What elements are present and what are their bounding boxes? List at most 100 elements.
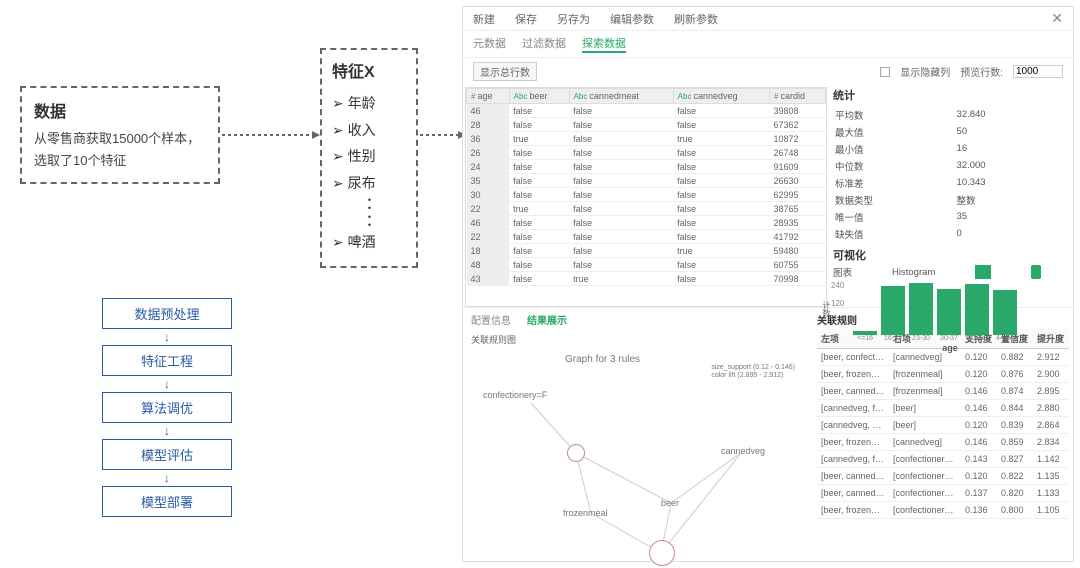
feature-item: 尿布	[332, 170, 406, 197]
subtab-result[interactable]: 结果展示	[527, 312, 567, 327]
table-row[interactable]: 22truefalsefalse38765	[467, 202, 826, 216]
pipeline-step: 模型评估	[102, 439, 232, 470]
subtab-config[interactable]: 配置信息	[471, 312, 511, 327]
pipeline-arrow: ↓	[102, 329, 232, 345]
show-rows-button[interactable]: 显示总行数	[473, 62, 537, 81]
table-row[interactable]: 24falsefalsefalse91609	[467, 160, 826, 174]
rules-row[interactable]: [cannedveg, fr…[confectionery…0.1430.827…	[817, 451, 1069, 468]
table-row[interactable]: 43falsetruefalse70998	[467, 272, 826, 286]
node-beer: beer	[661, 498, 679, 508]
hist-bar	[937, 289, 961, 335]
col-cannedmeat[interactable]: Abccannedmeat	[569, 89, 673, 104]
rule-node-1	[567, 444, 585, 462]
hide-cols-checkbox[interactable]	[880, 67, 890, 77]
histogram-chart	[833, 281, 1067, 335]
col-cardid[interactable]: #cardid	[770, 89, 826, 104]
hist-bar	[881, 286, 905, 336]
table-row[interactable]: 46falsefalsefalse39808	[467, 104, 826, 118]
data-desc: 从零售商获取15000个样本，选取了10个特征	[34, 128, 206, 172]
rules-row[interactable]: [beer, frozenm…[confectionery…0.1360.800…	[817, 502, 1069, 519]
data-table: #ageAbcbeerAbccannedmeatAbccannedveg#car…	[465, 87, 827, 307]
viz-title: 可视化	[833, 247, 1067, 263]
hist-xlabel: age	[833, 343, 1067, 353]
hide-cols-label: 显示隐藏列	[900, 64, 950, 79]
feature-item-last: 啤酒	[332, 229, 406, 256]
arrow-feature-to-panel	[420, 134, 460, 136]
close-icon[interactable]: ✕	[1051, 10, 1063, 27]
pipeline-step: 模型部署	[102, 486, 232, 517]
toolbar: 新建 保存 另存为 编辑参数 刷新参数 ✕	[463, 7, 1073, 31]
data-source-box: 数据 从零售商获取15000个样本，选取了10个特征	[20, 86, 220, 184]
pipeline-step: 数据预处理	[102, 298, 232, 329]
hist-bar	[993, 290, 1017, 335]
rules-row[interactable]: [beer, frozenm…[cannedveg]0.1460.8592.83…	[817, 434, 1069, 451]
preview-rows-input[interactable]	[1013, 65, 1063, 78]
rules-graph: Graph for 3 rules size_support (0.12 - 0…	[471, 348, 801, 558]
bar-chart-icon[interactable]	[975, 265, 991, 279]
toolbar-refresh[interactable]: 刷新参数	[674, 11, 718, 27]
stats-title: 统计	[833, 87, 1067, 103]
hist-tick: 37-44	[965, 335, 989, 342]
pipeline-step: 算法调优	[102, 392, 232, 423]
preview-rows-label: 预览行数:	[960, 64, 1003, 79]
hist-tick: 44-51	[993, 335, 1017, 342]
toolbar-new[interactable]: 新建	[473, 11, 495, 27]
explore-controls: 显示总行数 显示隐藏列 预览行数:	[463, 58, 1073, 85]
feature-item: 年龄	[332, 90, 406, 117]
rule-node-2	[649, 540, 675, 566]
explore-panel: 新建 保存 另存为 编辑参数 刷新参数 ✕ 元数据 过滤数据 探索数据 显示总行…	[462, 6, 1074, 562]
col-age[interactable]: #age	[467, 89, 510, 104]
hist-bar	[965, 284, 989, 335]
data-title: 数据	[34, 98, 206, 122]
viz-chart-label: 图表	[833, 265, 852, 279]
toolbar-saveas[interactable]: 另存为	[557, 11, 590, 27]
pipeline-arrow: ↓	[102, 470, 232, 486]
table-row[interactable]: 22falsefalsefalse41792	[467, 230, 826, 244]
hist-tick: 16-23	[881, 335, 905, 342]
tab-meta[interactable]: 元数据	[473, 35, 506, 53]
hist-tick: <=16	[853, 335, 877, 342]
col-cannedveg[interactable]: Abccannedveg	[673, 89, 769, 104]
table-row[interactable]: 26falsefalsefalse26748	[467, 146, 826, 160]
graph-pane: 配置信息 结果展示 关联规则图 Graph for 3 rules size_s…	[463, 308, 813, 563]
graph-section-title: 关联规则图	[471, 333, 805, 346]
toolbar-editparam[interactable]: 编辑参数	[610, 11, 654, 27]
pipeline-step: 特征工程	[102, 345, 232, 376]
table-row[interactable]: 35falsefalsefalse26630	[467, 174, 826, 188]
pipeline-arrow: ↓	[102, 423, 232, 439]
rules-row[interactable]: [cannedveg, fr…[beer]0.1460.8442.880	[817, 400, 1069, 417]
table-row[interactable]: 48falsefalsefalse60755	[467, 258, 826, 272]
vertical-dots: ••••	[332, 196, 406, 228]
viz-chart-type: Histogram	[892, 267, 935, 278]
table-row[interactable]: 36truefalsetrue10872	[467, 132, 826, 146]
table-row[interactable]: 28falsefalsefalse67362	[467, 118, 826, 132]
table-row[interactable]: 30falsefalsefalse62995	[467, 188, 826, 202]
pipeline-arrow: ↓	[102, 376, 232, 392]
hist-bar	[909, 283, 933, 335]
feature-title: 特征X	[332, 58, 406, 82]
node-confectionery: confectionery=F	[483, 390, 547, 400]
other-chart-icon[interactable]	[1031, 265, 1041, 279]
pipeline: 数据预处理↓特征工程↓算法调优↓模型评估↓模型部署	[102, 298, 232, 517]
toolbar-save[interactable]: 保存	[515, 11, 537, 27]
hist-bar	[853, 331, 877, 336]
rules-row[interactable]: [cannedveg, c…[beer]0.1200.8392.864	[817, 417, 1069, 434]
hist-tick: 23-30	[909, 335, 933, 342]
arrow-data-to-feature	[222, 134, 314, 136]
stats-pane: 统计 平均数32.840最大值50最小值16中位数32.000标准差10.343…	[827, 85, 1073, 307]
rules-row[interactable]: [beer, canned…[confectionery…0.1200.8221…	[817, 468, 1069, 485]
rules-row[interactable]: [beer, canned…[confectionery…0.1370.8201…	[817, 485, 1069, 502]
feature-box: 特征X 年龄收入性别尿布 •••• 啤酒	[320, 48, 418, 268]
tab-filter[interactable]: 过滤数据	[522, 35, 566, 53]
table-row[interactable]: 18falsefalsetrue59480	[467, 244, 826, 258]
col-beer[interactable]: Abcbeer	[509, 89, 569, 104]
hist-tick: 30-37	[937, 335, 961, 342]
rules-row[interactable]: [beer, frozenm…[frozenmeal]0.1200.8762.9…	[817, 366, 1069, 383]
node-cannedveg: cannedveg	[721, 446, 765, 456]
feature-item: 性别	[332, 143, 406, 170]
table-row[interactable]: 46falsefalsefalse28935	[467, 216, 826, 230]
feature-item: 收入	[332, 117, 406, 144]
rules-row[interactable]: [beer, canned…[frozenmeal]0.1460.8742.89…	[817, 383, 1069, 400]
main-tabs: 元数据 过滤数据 探索数据	[463, 31, 1073, 58]
tab-explore[interactable]: 探索数据	[582, 35, 626, 53]
